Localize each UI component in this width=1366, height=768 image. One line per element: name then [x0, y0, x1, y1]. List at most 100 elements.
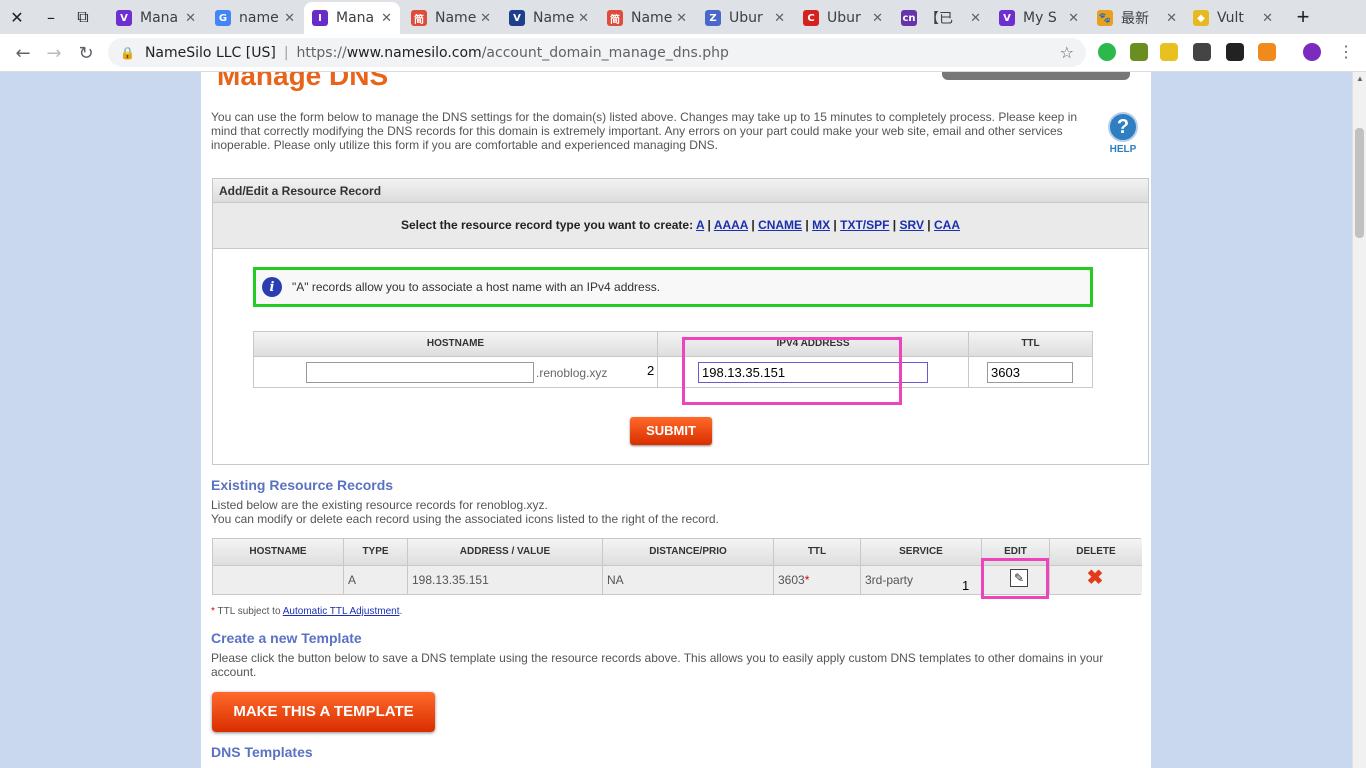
record-type-separator: |: [830, 218, 841, 232]
existing-records-desc-line2: You can modify or delete each record usi…: [211, 512, 719, 526]
record-ttl-value: 3603: [778, 573, 805, 587]
dns-templates-title: DNS Templates: [211, 744, 313, 760]
profile-avatar[interactable]: [1303, 43, 1321, 61]
automatic-ttl-link[interactable]: Automatic TTL Adjustment: [283, 606, 400, 617]
browser-tab[interactable]: C Ubur ✕: [795, 2, 891, 34]
record-address-cell: 198.13.35.151: [408, 565, 603, 594]
delete-record-icon[interactable]: ✖: [1085, 568, 1105, 588]
extension-icon[interactable]: [1226, 43, 1244, 61]
info-box: i "A" records allow you to associate a h…: [253, 267, 1093, 307]
browser-tab[interactable]: V My S ✕: [991, 2, 1087, 34]
browser-tab[interactable]: Gname ✕: [207, 2, 303, 34]
back-button[interactable]: ←: [8, 38, 38, 68]
record-form: HOSTNAME IPV4 ADDRESS TTL .renoblog.xyz: [253, 331, 1093, 388]
browser-tab[interactable]: V Name ✕: [501, 2, 597, 34]
record-type-prompt: Select the resource record type you want…: [400, 218, 694, 232]
tab-favicon-icon: 简: [411, 10, 427, 26]
evernote-extension-icon[interactable]: [1098, 43, 1116, 61]
omnibox-separator: |: [283, 44, 289, 61]
bookmark-star-icon[interactable]: ☆: [1060, 43, 1074, 62]
tab-close-icon[interactable]: ✕: [1262, 11, 1273, 26]
browser-tab[interactable]: 简 Name ✕: [403, 2, 499, 34]
record-type-link[interactable]: CNAME: [758, 218, 802, 232]
record-type-link[interactable]: TXT/SPF: [840, 218, 889, 232]
tab-favicon-icon: 简: [607, 10, 623, 26]
extension-icon[interactable]: [1130, 43, 1148, 61]
tab-favicon-icon: ◆: [1193, 10, 1209, 26]
tab-close-icon[interactable]: ✕: [676, 11, 687, 26]
tab-close-icon[interactable]: ✕: [1068, 11, 1079, 26]
tab-close-icon[interactable]: ✕: [284, 11, 295, 26]
browser-tab[interactable]: I Mana ✕: [304, 2, 400, 34]
address-bar[interactable]: 🔒 NameSilo LLC [US] | https://www.namesi…: [108, 38, 1086, 67]
tab-favicon-icon: Z: [705, 10, 721, 26]
scrollbar-thumb[interactable]: [1355, 128, 1364, 238]
record-distance-cell: NA: [603, 565, 774, 594]
url-path: /account_domain_manage_dns.php: [481, 44, 729, 61]
extension-icon[interactable]: [1160, 43, 1178, 61]
ttl-input[interactable]: [987, 362, 1073, 383]
record-type-separator: |: [923, 218, 934, 232]
browser-tab[interactable]: V Mana ✕: [108, 2, 204, 34]
forward-button[interactable]: →: [39, 38, 69, 68]
make-template-button[interactable]: MAKE THIS A TEMPLATE: [212, 692, 435, 732]
hostname-input[interactable]: [306, 362, 534, 383]
tab-close-icon[interactable]: ✕: [774, 11, 785, 26]
search-box[interactable]: [942, 72, 1130, 80]
record-type-link[interactable]: SRV: [900, 218, 924, 232]
record-type-link[interactable]: AAAA: [714, 218, 748, 232]
info-icon: i: [262, 277, 282, 297]
record-type-link[interactable]: MX: [812, 218, 830, 232]
tab-close-icon[interactable]: ✕: [970, 11, 981, 26]
edit-step-number: 1: [962, 578, 970, 593]
tab-close-icon[interactable]: ✕: [381, 11, 392, 26]
ttl-note-text: TTL subject to: [217, 606, 281, 617]
record-type-separator: |: [704, 218, 714, 232]
page-title: Manage DNS: [217, 72, 389, 91]
browser-tab[interactable]: 🐾 最新 ✕: [1089, 2, 1185, 34]
tab-label: 【已: [925, 11, 953, 27]
browser-tab[interactable]: cn 【已 ✕: [893, 2, 989, 34]
tab-favicon-icon: V: [509, 10, 525, 26]
new-tab-button[interactable]: +: [1290, 4, 1316, 30]
record-type-selector: Select the resource record type you want…: [213, 203, 1148, 249]
record-type-link[interactable]: A: [696, 218, 704, 232]
existing-records-desc-line1: Listed below are the existing resource r…: [211, 498, 548, 512]
record-type-link[interactable]: CAA: [934, 218, 960, 232]
help-button[interactable]: ? HELP: [1106, 112, 1140, 155]
close-window-button[interactable]: ✕: [0, 0, 34, 34]
tab-label: My S: [1023, 10, 1057, 26]
scroll-up-arrow-icon[interactable]: ▲: [1356, 74, 1364, 83]
tab-close-icon[interactable]: ✕: [578, 11, 589, 26]
tab-close-icon[interactable]: ✕: [185, 11, 196, 26]
reload-button[interactable]: ↻: [71, 38, 101, 68]
rss-extension-icon[interactable]: [1258, 43, 1276, 61]
ttl-column-header: TTL: [969, 332, 1092, 356]
url-host: www.namesilo.com: [346, 44, 482, 61]
minimize-window-button[interactable]: –: [34, 0, 68, 34]
add-edit-panel: Add/Edit a Resource Record Select the re…: [212, 178, 1149, 465]
page-scrollbar[interactable]: ▲: [1352, 72, 1366, 768]
mask-extension-icon[interactable]: [1193, 43, 1211, 61]
restore-window-button[interactable]: ⧉: [66, 0, 100, 34]
browser-tab[interactable]: 简 Name ✕: [599, 2, 695, 34]
tab-close-icon[interactable]: ✕: [872, 11, 883, 26]
tab-favicon-icon: 🐾: [1097, 10, 1113, 26]
browser-tab[interactable]: Z Ubur ✕: [697, 2, 793, 34]
submit-button[interactable]: SUBMIT: [630, 417, 712, 445]
ttl-adjust-star: *: [804, 573, 810, 587]
ttl-note-star: *: [211, 606, 215, 617]
help-icon: ?: [1108, 112, 1138, 142]
tab-close-icon[interactable]: ✕: [480, 11, 491, 26]
browser-tab[interactable]: ◆ Vult ✕: [1185, 2, 1281, 34]
record-type-separator: |: [889, 218, 900, 232]
tab-label: name: [239, 10, 279, 26]
tab-label: Name: [533, 10, 575, 26]
record-address-value: 198.13.35.151: [412, 573, 489, 587]
tab-close-icon[interactable]: ✕: [1166, 11, 1177, 26]
browser-toolbar: ← → ↻ 🔒 NameSilo LLC [US] | https://www.…: [0, 34, 1366, 72]
site-identity: NameSilo LLC [US]: [144, 44, 276, 61]
menu-icon[interactable]: ⋮: [1338, 42, 1354, 62]
tab-bar: ✕ – ⧉ V Mana ✕ Gname ✕ I Mana ✕ 简 Name ✕ V Name ✕ 简 Nam…: [0, 0, 1366, 34]
tab-favicon-icon: I: [312, 10, 328, 26]
